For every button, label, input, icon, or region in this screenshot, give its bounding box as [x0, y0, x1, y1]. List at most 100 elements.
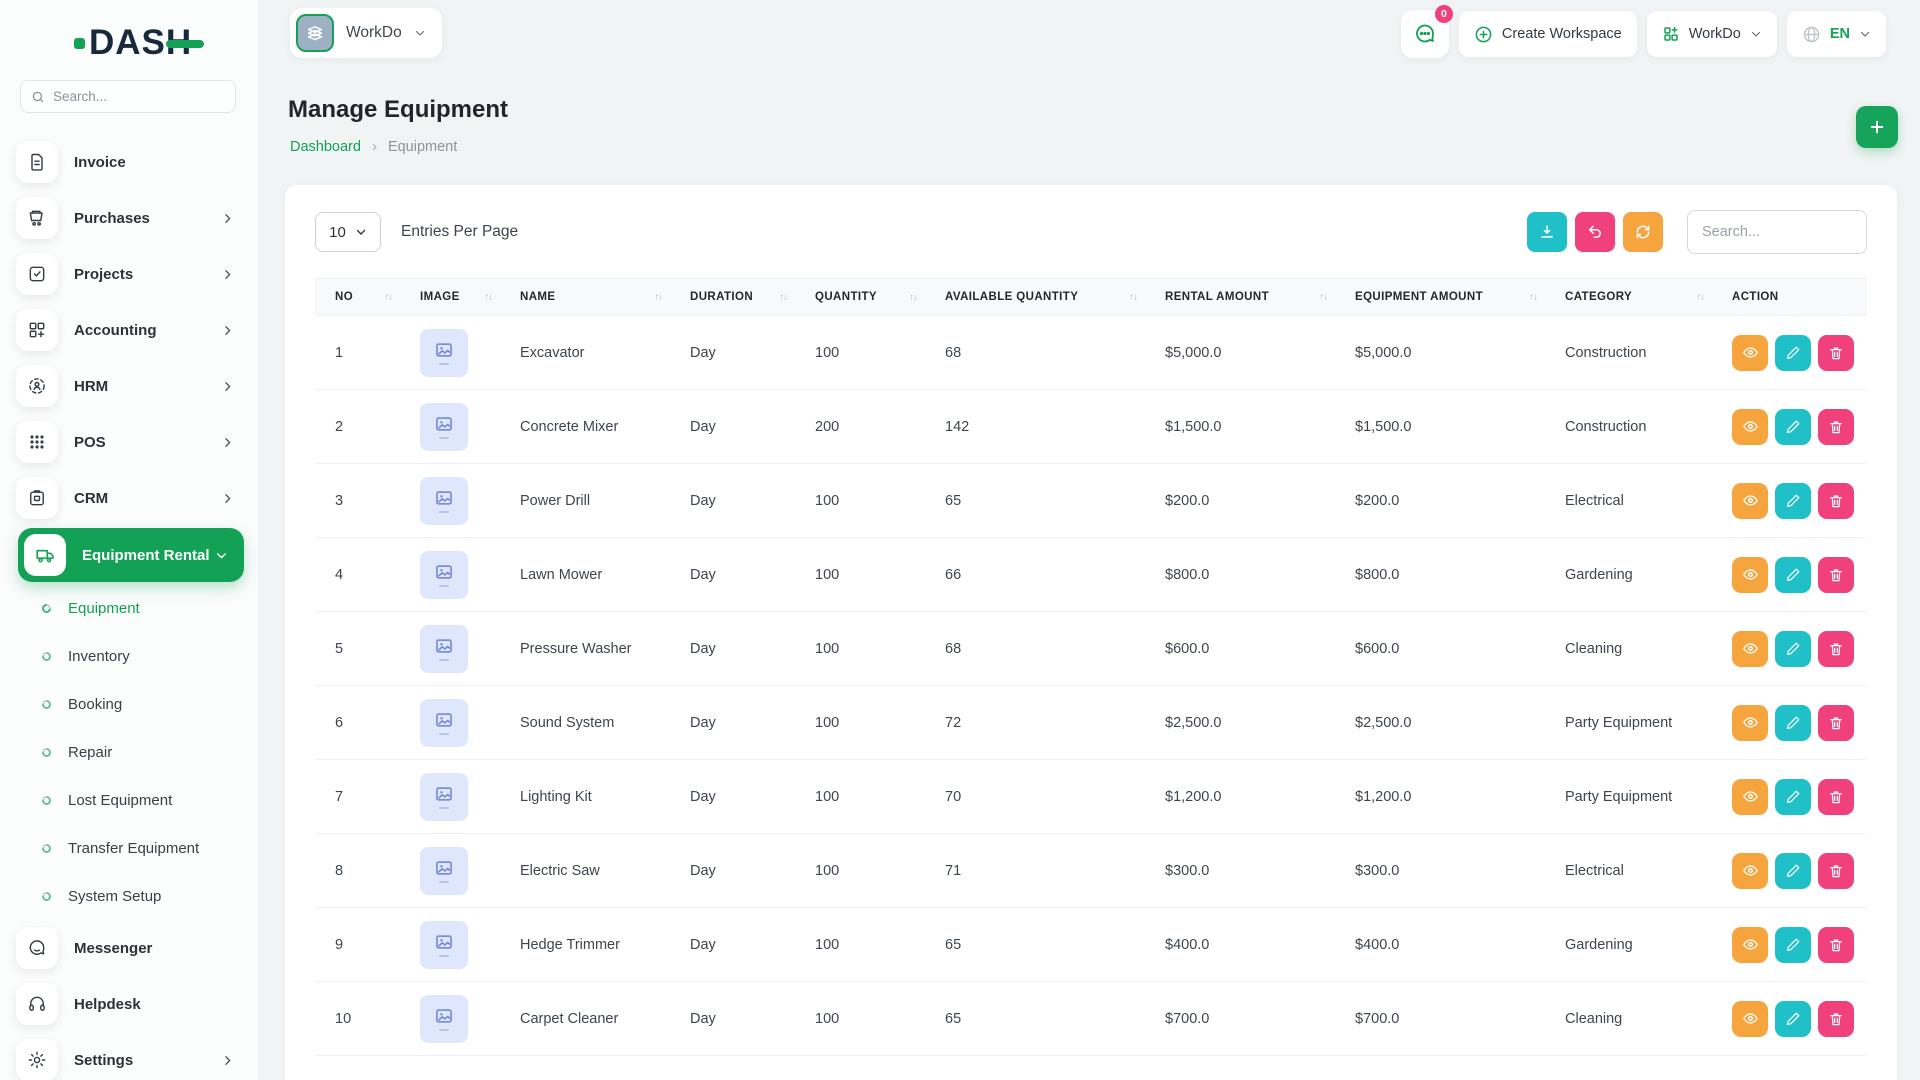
delete-button[interactable] [1818, 852, 1854, 889]
cell-action [1712, 833, 1867, 908]
cell-image [400, 537, 500, 612]
column-header-quantity[interactable]: QUANTITY ↑↓ [795, 278, 925, 316]
sidebar-item-equipment-rental[interactable]: Equipment Rental [0, 526, 258, 584]
workspace-switcher-button[interactable]: WorkDo [1646, 11, 1777, 57]
image-icon [436, 935, 452, 949]
cell-action [1712, 685, 1867, 760]
delete-button[interactable] [1818, 482, 1854, 519]
sidebar-subitem-inventory[interactable]: Inventory [0, 632, 258, 680]
edit-button[interactable] [1775, 852, 1811, 889]
column-header-image[interactable]: IMAGE ↑↓ [400, 278, 500, 316]
sort-icon[interactable]: ↑↓ [910, 292, 918, 303]
sidebar-item-purchases[interactable]: Purchases [0, 190, 258, 246]
sidebar-subitem-system-setup[interactable]: System Setup [0, 872, 258, 920]
sidebar-item-crm[interactable]: CRM [0, 470, 258, 526]
sidebar-subitem-repair[interactable]: Repair [0, 728, 258, 776]
sidebar-item-settings[interactable]: Settings [0, 1032, 258, 1080]
trash-icon [1830, 790, 1842, 803]
cell-available-quantity: 142 [925, 389, 1145, 464]
logo-accent-dot [74, 37, 85, 49]
column-header-duration[interactable]: DURATION ↑↓ [670, 278, 795, 316]
delete-button[interactable] [1818, 778, 1854, 815]
cell-equipment-amount: $2,500.0 [1335, 685, 1545, 760]
view-button[interactable] [1732, 630, 1768, 667]
edit-button[interactable] [1775, 630, 1811, 667]
column-header-rental-amount[interactable]: RENTAL AMOUNT ↑↓ [1145, 278, 1335, 316]
table-search-input[interactable] [1687, 210, 1867, 254]
sidebar-subitem-booking[interactable]: Booking [0, 680, 258, 728]
view-button[interactable] [1732, 408, 1768, 445]
delete-button[interactable] [1818, 1000, 1854, 1037]
refresh-button[interactable] [1623, 212, 1663, 252]
workspace-selector[interactable]: WorkDo [290, 8, 442, 58]
column-header-equipment-amount[interactable]: EQUIPMENT AMOUNT ↑↓ [1335, 278, 1545, 316]
view-button[interactable] [1732, 852, 1768, 889]
messages-button[interactable]: 0 [1400, 5, 1453, 58]
sidebar-search[interactable] [20, 80, 236, 113]
breadcrumb-dashboard-link[interactable]: Dashboard [290, 139, 361, 155]
sidebar-item-projects[interactable]: Projects [0, 246, 258, 302]
sort-icon[interactable]: ↑↓ [485, 292, 493, 303]
language-selector[interactable]: EN [1786, 11, 1886, 57]
bullet-icon [40, 649, 53, 663]
view-button[interactable] [1732, 926, 1768, 963]
edit-button[interactable] [1775, 556, 1811, 593]
sidebar-item-invoice[interactable]: Invoice [0, 134, 258, 190]
sidebar-item-helpdesk[interactable]: Helpdesk [0, 976, 258, 1032]
sort-icon[interactable]: ↑↓ [1530, 292, 1538, 303]
view-button[interactable] [1732, 778, 1768, 815]
image-icon [436, 787, 452, 801]
sidebar-item-accounting[interactable]: Accounting [0, 302, 258, 358]
sort-icon[interactable]: ↑↓ [780, 292, 788, 303]
add-equipment-button[interactable] [1856, 106, 1898, 148]
cell-duration: Day [670, 685, 795, 760]
delete-button[interactable] [1818, 334, 1854, 371]
cell-no: 9 [315, 907, 400, 982]
column-header-category[interactable]: CATEGORY ↑↓ [1545, 278, 1712, 316]
sidebar-subitem-equipment[interactable]: Equipment [0, 584, 258, 632]
column-header-no[interactable]: NO ↑↓ [315, 278, 400, 316]
delete-button[interactable] [1818, 704, 1854, 741]
cell-equipment-amount: $5,000.0 [1335, 315, 1545, 390]
edit-button[interactable] [1775, 408, 1811, 445]
sort-icon[interactable]: ↑↓ [1130, 292, 1138, 303]
edit-button[interactable] [1775, 1000, 1811, 1037]
image-caption-dash [439, 881, 449, 883]
sort-icon[interactable]: ↑↓ [385, 292, 393, 303]
workspace-name: WorkDo [346, 24, 402, 41]
sidebar-item-pos[interactable]: POS [0, 414, 258, 470]
export-button[interactable] [1527, 212, 1567, 252]
sidebar-item-hrm[interactable]: HRM [0, 358, 258, 414]
edit-button[interactable] [1775, 704, 1811, 741]
view-button[interactable] [1732, 1000, 1768, 1037]
pencil-icon [1786, 420, 1799, 434]
edit-button[interactable] [1775, 482, 1811, 519]
sidebar-search-input[interactable] [53, 89, 225, 104]
view-button[interactable] [1732, 556, 1768, 593]
delete-button[interactable] [1818, 556, 1854, 593]
sort-icon[interactable]: ↑↓ [1697, 292, 1705, 303]
sidebar-subitem-transfer-equipment[interactable]: Transfer Equipment [0, 824, 258, 872]
cell-no: 3 [315, 463, 400, 538]
view-button[interactable] [1732, 482, 1768, 519]
sort-icon[interactable]: ↑↓ [655, 292, 663, 303]
edit-button[interactable] [1775, 926, 1811, 963]
delete-button[interactable] [1818, 408, 1854, 445]
create-workspace-button[interactable]: Create Workspace [1458, 11, 1637, 57]
edit-button[interactable] [1775, 334, 1811, 371]
undo-button[interactable] [1575, 212, 1615, 252]
sidebar-item-messenger[interactable]: Messenger [0, 920, 258, 976]
cell-name: Carpet Cleaner [500, 981, 670, 1056]
column-header-name[interactable]: NAME ↑↓ [500, 278, 670, 316]
delete-button[interactable] [1818, 926, 1854, 963]
sort-icon[interactable]: ↑↓ [1320, 292, 1328, 303]
undo-arrow-icon [1589, 225, 1601, 238]
cell-quantity: 100 [795, 833, 925, 908]
entries-per-page-select[interactable]: 10 [315, 212, 381, 252]
delete-button[interactable] [1818, 630, 1854, 667]
edit-button[interactable] [1775, 778, 1811, 815]
column-header-available-quantity[interactable]: AVAILABLE QUANTITY ↑↓ [925, 278, 1145, 316]
view-button[interactable] [1732, 704, 1768, 741]
sidebar-subitem-lost-equipment[interactable]: Lost Equipment [0, 776, 258, 824]
view-button[interactable] [1732, 334, 1768, 371]
